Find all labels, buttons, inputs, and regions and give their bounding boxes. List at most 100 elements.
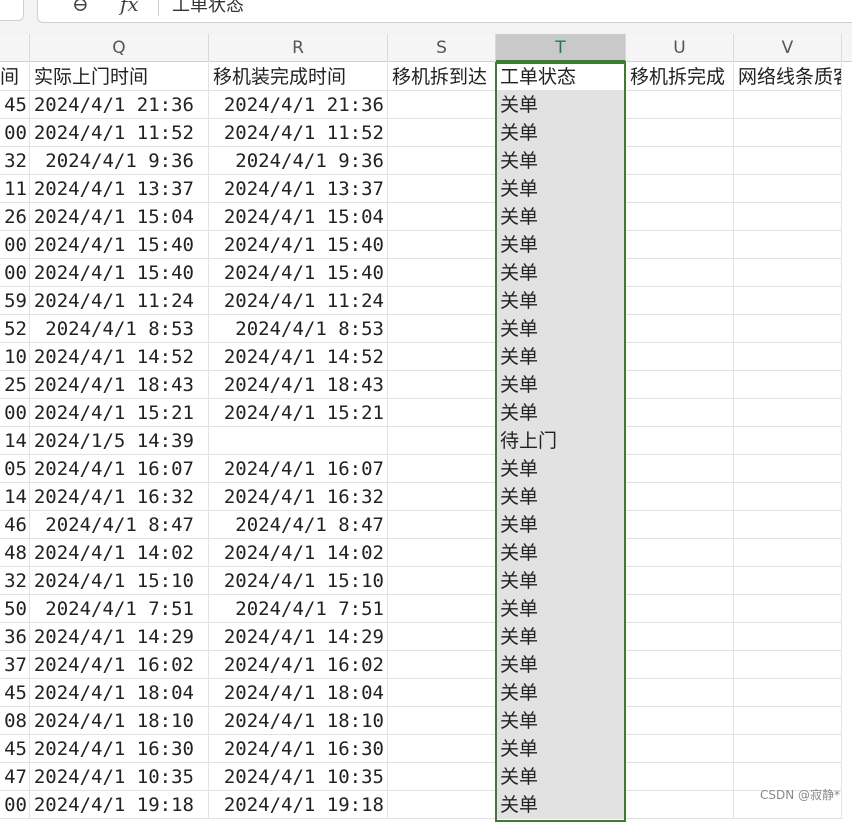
- column-header-s[interactable]: S: [388, 34, 496, 62]
- cell-p[interactable]: 00: [0, 231, 30, 259]
- cell-p[interactable]: 32: [0, 567, 30, 595]
- cell-q[interactable]: 2024/4/1 10:35: [30, 763, 209, 791]
- cell-s[interactable]: [388, 763, 496, 791]
- cell-u[interactable]: [626, 259, 734, 287]
- column-header-v[interactable]: V: [734, 34, 842, 62]
- name-box-dropdown[interactable]: [0, 0, 24, 21]
- cell-r[interactable]: 2024/4/1 19:18: [209, 791, 388, 819]
- cell-q[interactable]: 2024/4/1 18:43: [30, 371, 209, 399]
- cell-v[interactable]: [734, 567, 842, 595]
- cell-q[interactable]: 2024/4/1 15:04: [30, 203, 209, 231]
- cell-q[interactable]: 2024/4/1 9:36: [30, 147, 209, 175]
- cell-v[interactable]: [734, 259, 842, 287]
- cell-v[interactable]: [734, 511, 842, 539]
- cell-r[interactable]: 2024/4/1 16:30: [209, 735, 388, 763]
- cell-p[interactable]: 52: [0, 315, 30, 343]
- cell-p[interactable]: 05: [0, 455, 30, 483]
- cell-p[interactable]: 14: [0, 483, 30, 511]
- cell-t[interactable]: 关单: [496, 231, 626, 259]
- cell-q[interactable]: 2024/4/1 15:40: [30, 259, 209, 287]
- cell-p[interactable]: 45: [0, 91, 30, 119]
- cell-r[interactable]: 2024/4/1 14:52: [209, 343, 388, 371]
- cell-u[interactable]: [626, 175, 734, 203]
- cell-r[interactable]: 2024/4/1 8:47: [209, 511, 388, 539]
- cell-p[interactable]: 10: [0, 343, 30, 371]
- cell-u[interactable]: [626, 511, 734, 539]
- cell-s[interactable]: [388, 623, 496, 651]
- cell-t[interactable]: 待上门: [496, 427, 626, 455]
- cell-t[interactable]: 关单: [496, 651, 626, 679]
- cell-p[interactable]: 59: [0, 287, 30, 315]
- cell-t[interactable]: 关单: [496, 511, 626, 539]
- cell-t[interactable]: 关单: [496, 287, 626, 315]
- cell-p[interactable]: 47: [0, 763, 30, 791]
- cell-s[interactable]: [388, 399, 496, 427]
- cell-v[interactable]: [734, 595, 842, 623]
- cell-v[interactable]: [734, 707, 842, 735]
- cell-q[interactable]: 2024/4/1 7:51: [30, 595, 209, 623]
- cell-s[interactable]: [388, 91, 496, 119]
- cell-p[interactable]: 48: [0, 539, 30, 567]
- cell-v-header[interactable]: 网络线条质客: [734, 63, 842, 91]
- cell-u[interactable]: [626, 427, 734, 455]
- cell-q[interactable]: 2024/4/1 16:30: [30, 735, 209, 763]
- cell-p[interactable]: 45: [0, 679, 30, 707]
- cell-q[interactable]: 2024/4/1 18:04: [30, 679, 209, 707]
- cell-u[interactable]: [626, 119, 734, 147]
- cell-t[interactable]: 关单: [496, 595, 626, 623]
- cell-q[interactable]: 2024/4/1 16:02: [30, 651, 209, 679]
- cell-r[interactable]: 2024/4/1 18:10: [209, 707, 388, 735]
- cell-t[interactable]: 关单: [496, 455, 626, 483]
- cell-r[interactable]: 2024/4/1 7:51: [209, 595, 388, 623]
- cell-q[interactable]: 2024/4/1 13:37: [30, 175, 209, 203]
- cell-s[interactable]: [388, 175, 496, 203]
- cell-t[interactable]: 关单: [496, 91, 626, 119]
- cell-r[interactable]: 2024/4/1 14:02: [209, 539, 388, 567]
- cell-q[interactable]: 2024/4/1 16:07: [30, 455, 209, 483]
- cell-r[interactable]: 2024/4/1 18:04: [209, 679, 388, 707]
- cell-t[interactable]: 关单: [496, 259, 626, 287]
- cell-u[interactable]: [626, 399, 734, 427]
- cell-v[interactable]: [734, 287, 842, 315]
- cell-s[interactable]: [388, 287, 496, 315]
- cell-q[interactable]: 2024/4/1 11:52: [30, 119, 209, 147]
- cell-s[interactable]: [388, 203, 496, 231]
- cell-v[interactable]: [734, 231, 842, 259]
- cell-s[interactable]: [388, 147, 496, 175]
- cell-q[interactable]: 2024/1/5 14:39: [30, 427, 209, 455]
- cell-p[interactable]: 37: [0, 651, 30, 679]
- cell-q[interactable]: 2024/4/1 8:53: [30, 315, 209, 343]
- cell-u[interactable]: [626, 651, 734, 679]
- cell-u[interactable]: [626, 203, 734, 231]
- cell-s-header[interactable]: 移机拆到达: [388, 63, 496, 91]
- cell-v[interactable]: [734, 147, 842, 175]
- cell-t[interactable]: 关单: [496, 483, 626, 511]
- cell-t[interactable]: 关单: [496, 735, 626, 763]
- cell-p[interactable]: 00: [0, 259, 30, 287]
- cell-p[interactable]: 45: [0, 735, 30, 763]
- cell-v[interactable]: [734, 539, 842, 567]
- cell-t[interactable]: 关单: [496, 679, 626, 707]
- cell-t[interactable]: 关单: [496, 539, 626, 567]
- cell-s[interactable]: [388, 707, 496, 735]
- cell-r[interactable]: 2024/4/1 16:07: [209, 455, 388, 483]
- cell-v[interactable]: [734, 315, 842, 343]
- cell-v[interactable]: [734, 399, 842, 427]
- cell-p-header[interactable]: 间: [0, 63, 30, 91]
- cell-p[interactable]: 08: [0, 707, 30, 735]
- cell-q[interactable]: 2024/4/1 11:24: [30, 287, 209, 315]
- cell-t[interactable]: 关单: [496, 371, 626, 399]
- cell-u[interactable]: [626, 343, 734, 371]
- cell-t[interactable]: 关单: [496, 343, 626, 371]
- cell-u[interactable]: [626, 567, 734, 595]
- cell-p[interactable]: 00: [0, 119, 30, 147]
- cell-s[interactable]: [388, 455, 496, 483]
- cell-r[interactable]: 2024/4/1 11:24: [209, 287, 388, 315]
- cell-v[interactable]: [734, 343, 842, 371]
- cell-r[interactable]: 2024/4/1 21:36: [209, 91, 388, 119]
- cell-r[interactable]: 2024/4/1 10:35: [209, 763, 388, 791]
- cell-u[interactable]: [626, 539, 734, 567]
- cell-s[interactable]: [388, 539, 496, 567]
- cell-p[interactable]: 26: [0, 203, 30, 231]
- cell-q[interactable]: 2024/4/1 16:32: [30, 483, 209, 511]
